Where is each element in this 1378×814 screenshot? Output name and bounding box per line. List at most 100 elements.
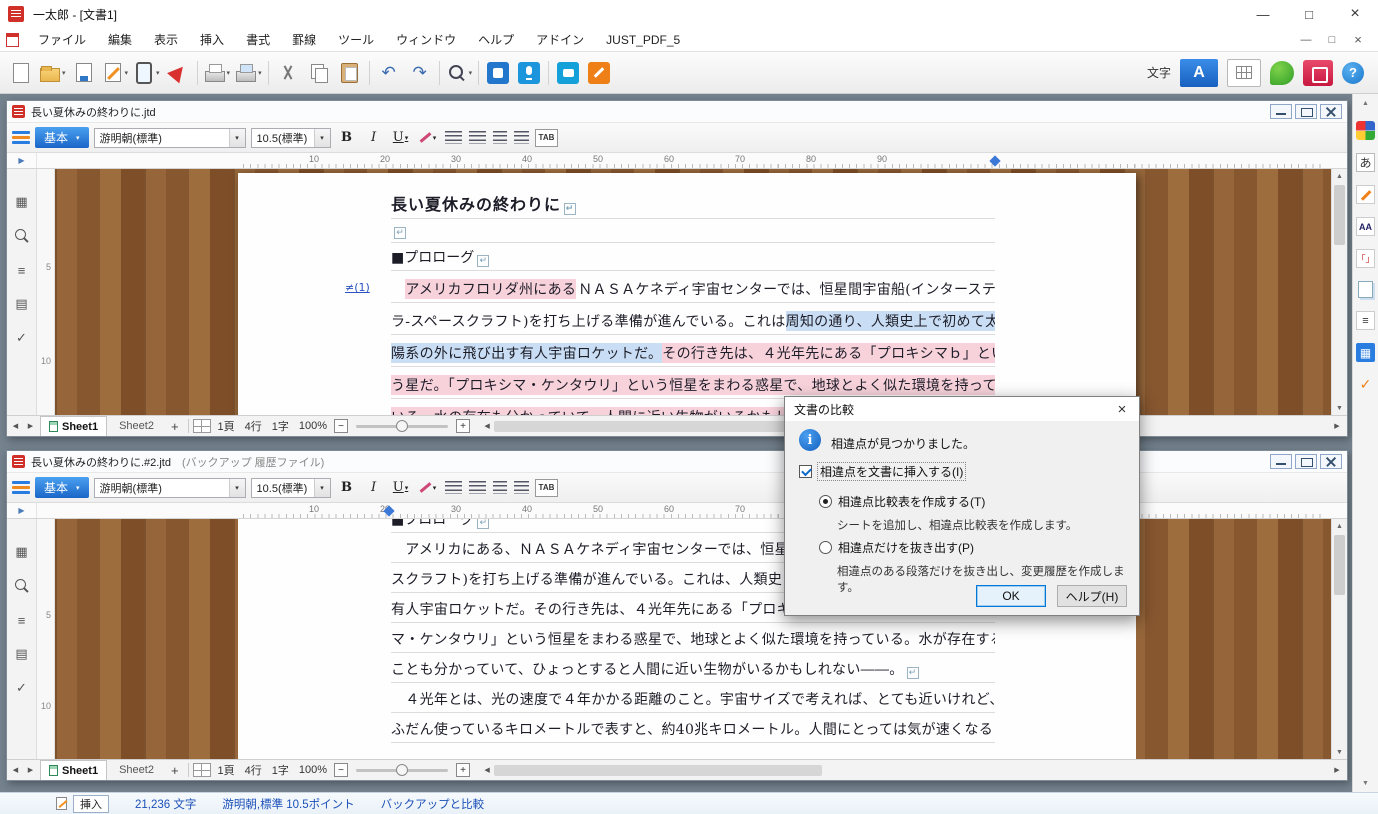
vertical-scrollbar[interactable]: ▲▼ bbox=[1331, 169, 1347, 415]
close-button[interactable] bbox=[1332, 0, 1378, 28]
page-grid-icon[interactable] bbox=[193, 763, 211, 777]
align-right-button[interactable] bbox=[514, 481, 529, 494]
table-mode-button[interactable] bbox=[1227, 59, 1261, 87]
font-size-select[interactable]: 10.5(標準)▾ bbox=[251, 478, 331, 498]
ok-button[interactable]: OK bbox=[976, 585, 1046, 607]
underline-button[interactable]: U▾ bbox=[390, 127, 412, 149]
outline-view-icon[interactable]: ≡ bbox=[13, 261, 31, 279]
extract-differences-radio[interactable] bbox=[819, 541, 832, 554]
font-name-select[interactable]: 游明朝(標準)▾ bbox=[94, 128, 246, 148]
align-left-button[interactable] bbox=[469, 481, 486, 494]
scroll-down-icon[interactable]: ▼ bbox=[1356, 778, 1375, 788]
zoom-slider-thumb[interactable] bbox=[396, 764, 408, 776]
outline-view-icon[interactable]: ≡ bbox=[13, 611, 31, 629]
undo-button[interactable] bbox=[374, 56, 404, 90]
window-close-button[interactable] bbox=[1320, 104, 1342, 119]
new-document-button[interactable] bbox=[6, 56, 36, 90]
scroll-right-icon[interactable]: ▶ bbox=[1330, 422, 1344, 430]
minimize-button[interactable] bbox=[1240, 0, 1286, 28]
cut-button[interactable] bbox=[273, 56, 303, 90]
align-center-button[interactable] bbox=[493, 481, 507, 494]
zoom-in-button[interactable]: + bbox=[456, 763, 470, 777]
command-menu-icon[interactable] bbox=[12, 481, 30, 494]
insert-mode-indicator[interactable]: 挿入 bbox=[73, 795, 109, 813]
calligraphy-pen-icon[interactable] bbox=[1356, 185, 1375, 204]
menu-item-8[interactable]: ウィンドウ bbox=[385, 28, 467, 52]
zoom-slider[interactable] bbox=[356, 769, 448, 772]
sheet-prev-icon[interactable]: ◀ bbox=[10, 766, 21, 774]
horizontal-ruler[interactable]: 102030405060708090 bbox=[37, 503, 1347, 518]
green-balloon-icon[interactable] bbox=[1270, 61, 1294, 85]
bracket-icon[interactable]: 「」 bbox=[1356, 249, 1375, 268]
style-select-button[interactable]: 基本▾ bbox=[35, 127, 89, 148]
window-minimize-button[interactable] bbox=[1270, 104, 1292, 119]
documents-icon[interactable] bbox=[1358, 281, 1373, 298]
scrollbar-thumb[interactable] bbox=[494, 421, 822, 432]
highlight-pen-button[interactable]: ▾ bbox=[417, 477, 439, 499]
sheet-next-icon[interactable]: ▶ bbox=[25, 422, 36, 430]
scroll-up-icon[interactable]: ▲ bbox=[1332, 519, 1347, 533]
print-settings-button[interactable]: ▾ bbox=[233, 56, 264, 90]
voice-input-button[interactable] bbox=[514, 56, 544, 90]
italic-button[interactable]: I bbox=[363, 477, 385, 499]
child-close-button[interactable] bbox=[1346, 31, 1370, 49]
web-tool-button[interactable] bbox=[553, 56, 583, 90]
horizontal-scrollbar[interactable]: ◀▶ bbox=[480, 763, 1344, 778]
child-minimize-button[interactable] bbox=[1294, 31, 1318, 49]
print-button[interactable]: ▾ bbox=[202, 56, 233, 90]
scroll-left-icon[interactable]: ◀ bbox=[480, 766, 494, 774]
proof-check-icon[interactable]: ✓ bbox=[13, 679, 31, 697]
vertical-ruler[interactable]: 510 bbox=[37, 169, 55, 415]
outline-icon[interactable]: ≡ bbox=[1356, 311, 1375, 330]
menu-item-9[interactable]: ヘルプ bbox=[467, 28, 525, 52]
scroll-up-icon[interactable]: ▲ bbox=[1356, 98, 1375, 108]
copy-button[interactable] bbox=[304, 56, 334, 90]
maximize-button[interactable] bbox=[1286, 0, 1332, 28]
align-justify-button[interactable] bbox=[445, 131, 462, 144]
scroll-left-icon[interactable]: ◀ bbox=[480, 422, 494, 430]
paste-button[interactable] bbox=[335, 56, 365, 90]
comparison-table-radio[interactable] bbox=[819, 495, 832, 508]
menu-item-2[interactable]: 編集 bbox=[97, 28, 143, 52]
bold-button[interactable]: B bbox=[336, 477, 358, 499]
navigation-button[interactable] bbox=[163, 56, 193, 90]
menu-item-10[interactable]: アドイン bbox=[525, 28, 595, 52]
highlight-pen-button[interactable]: ▾ bbox=[417, 127, 439, 149]
sheet-tab-sheet1[interactable]: Sheet1 bbox=[40, 416, 107, 436]
page-grid-icon[interactable] bbox=[193, 419, 211, 433]
vertical-ruler[interactable]: 510 bbox=[37, 519, 55, 759]
bold-button[interactable]: B bbox=[336, 127, 358, 149]
menu-item-6[interactable]: 罫線 bbox=[281, 28, 327, 52]
command-menu-icon[interactable] bbox=[12, 131, 30, 144]
zoom-out-button[interactable]: − bbox=[334, 763, 348, 777]
vertical-scrollbar[interactable]: ▲▼ bbox=[1331, 519, 1347, 759]
zoom-search-icon[interactable] bbox=[13, 227, 31, 245]
document-menu-icon[interactable] bbox=[6, 33, 19, 47]
underline-button[interactable]: U▾ bbox=[390, 477, 412, 499]
font-style-icon[interactable]: AA bbox=[1356, 217, 1375, 236]
red-tool-icon[interactable] bbox=[1303, 60, 1333, 86]
zoom-search-icon[interactable] bbox=[13, 577, 31, 595]
page-view-icon[interactable]: ▤ bbox=[13, 645, 31, 663]
sheet-tab-sheet2[interactable]: Sheet2 bbox=[111, 760, 162, 780]
align-center-button[interactable] bbox=[493, 131, 507, 144]
insert-differences-checkbox[interactable] bbox=[799, 465, 812, 478]
open-folder-button[interactable]: ▾ bbox=[37, 56, 68, 90]
tab-ruler-button[interactable]: TAB bbox=[535, 129, 559, 147]
child-restore-button[interactable] bbox=[1320, 31, 1344, 49]
dialog-help-button[interactable]: ヘルプ(H) bbox=[1057, 585, 1127, 607]
difference-marker-link[interactable]: ≠(1) bbox=[345, 281, 370, 294]
style-select-button[interactable]: 基本▾ bbox=[35, 477, 89, 498]
scrollbar-thumb[interactable] bbox=[494, 765, 822, 776]
scroll-right-icon[interactable]: ▶ bbox=[1330, 766, 1344, 774]
sheet-next-icon[interactable]: ▶ bbox=[25, 766, 36, 774]
sheet-tab-sheet1[interactable]: Sheet1 bbox=[40, 760, 107, 780]
sheet-prev-icon[interactable]: ◀ bbox=[10, 422, 21, 430]
zoom-in-button[interactable]: + bbox=[456, 419, 470, 433]
zoom-slider-thumb[interactable] bbox=[396, 420, 408, 432]
font-name-select[interactable]: 游明朝(標準)▾ bbox=[94, 478, 246, 498]
align-justify-button[interactable] bbox=[445, 481, 462, 494]
text-mode-button[interactable]: A bbox=[1180, 59, 1218, 87]
comparison-table-label[interactable]: 相違点比較表を作成する(T) bbox=[838, 493, 985, 510]
scrollbar-thumb[interactable] bbox=[1334, 535, 1345, 595]
